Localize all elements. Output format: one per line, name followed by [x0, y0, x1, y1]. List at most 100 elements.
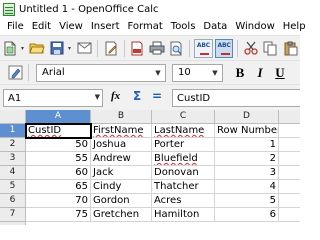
cell-c3[interactable]: Bluefield: [152, 152, 215, 166]
chevron-down-icon[interactable]: ▼: [153, 68, 163, 78]
export-pdf-icon[interactable]: [128, 39, 146, 57]
sum-button[interactable]: Σ: [133, 89, 141, 103]
menu-file[interactable]: File: [3, 21, 28, 32]
menu-bar: File Edit View Insert Format Tools Data …: [0, 18, 306, 35]
toolbar-separator: [237, 39, 239, 57]
chevron-down-icon[interactable]: ▼: [95, 93, 100, 101]
row-header-5[interactable]: 5: [0, 180, 26, 194]
cell-d1[interactable]: Row Number: [215, 124, 279, 138]
cell-e6[interactable]: [279, 194, 300, 208]
cell-e5[interactable]: [279, 180, 300, 194]
cell-a6[interactable]: 70: [26, 194, 91, 208]
font-name-combo[interactable]: Arial ▼: [36, 63, 166, 82]
copy-icon[interactable]: [262, 39, 280, 57]
spreadsheet-grid[interactable]: A B C D 1 CustID FirstName LastName Row …: [0, 110, 300, 225]
cell-b4[interactable]: Jack: [91, 166, 152, 180]
cell-d3[interactable]: 2: [215, 152, 279, 166]
menu-format[interactable]: Format: [124, 21, 167, 32]
cell-d5[interactable]: 4: [215, 180, 279, 194]
menu-help[interactable]: Help: [279, 21, 310, 32]
toolbar-separator: [96, 39, 98, 57]
spellcheck-icon[interactable]: ABC: [194, 38, 213, 58]
select-all-corner[interactable]: [0, 110, 26, 124]
menu-data[interactable]: Data: [199, 21, 231, 32]
cell-a4[interactable]: 60: [26, 166, 91, 180]
cell-e4[interactable]: [279, 166, 300, 180]
cell-c5[interactable]: Thatcher: [152, 180, 215, 194]
column-header-a[interactable]: A: [26, 110, 91, 124]
cell-c6[interactable]: Acres: [152, 194, 215, 208]
column-header-c[interactable]: C: [152, 110, 215, 124]
paste-icon[interactable]: [281, 39, 299, 57]
cell-e2[interactable]: [279, 138, 300, 152]
function-wizard-button[interactable]: fx: [111, 90, 120, 102]
bold-button[interactable]: B: [231, 64, 249, 82]
row-header-3[interactable]: 3: [0, 152, 26, 166]
print-preview-icon[interactable]: [168, 39, 186, 57]
italic-button[interactable]: I: [251, 64, 269, 82]
calc-app-icon: [3, 2, 15, 16]
toolbar-separator: [189, 39, 191, 57]
cell-a3[interactable]: 55: [26, 152, 91, 166]
save-dropdown-icon[interactable]: ▾: [67, 39, 73, 57]
new-document-icon[interactable]: [1, 39, 19, 57]
cell-b2[interactable]: Joshua: [91, 138, 152, 152]
cell-a1[interactable]: CustID: [25, 123, 92, 139]
name-box[interactable]: A1 ▼: [3, 89, 103, 107]
chevron-down-icon[interactable]: ▼: [210, 68, 220, 78]
cell-b6[interactable]: Gordon: [91, 194, 152, 208]
formatting-toolbar: Arial ▼ 10 ▼ B I U: [0, 60, 300, 84]
row-header-6[interactable]: 6: [0, 194, 26, 208]
column-header-e[interactable]: [279, 110, 300, 124]
new-dropdown-icon[interactable]: ▾: [20, 39, 26, 57]
row-header-4[interactable]: 4: [0, 166, 26, 180]
cell-c1[interactable]: LastName: [152, 124, 215, 138]
styles-formatting-icon[interactable]: [6, 64, 24, 82]
name-box-value: A1: [8, 92, 22, 104]
row-header-1[interactable]: 1: [0, 124, 26, 138]
cell-c4[interactable]: Donovan: [152, 166, 215, 180]
cell-a2[interactable]: 50: [26, 138, 91, 152]
cell-b3[interactable]: Andrew: [91, 152, 152, 166]
cell-d6[interactable]: 5: [215, 194, 279, 208]
formula-bar: A1 ▼ fx Σ = CustID: [0, 84, 300, 110]
column-header-b[interactable]: B: [91, 110, 152, 124]
function-button[interactable]: =: [152, 89, 162, 103]
menu-view[interactable]: View: [55, 21, 87, 32]
cell-b7[interactable]: Gretchen: [91, 208, 152, 222]
formula-input[interactable]: CustID: [172, 89, 300, 107]
cut-icon[interactable]: [242, 39, 260, 57]
row-header-2[interactable]: 2: [0, 138, 26, 152]
cell-e1[interactable]: [279, 124, 300, 138]
font-size-combo[interactable]: 10 ▼: [172, 63, 223, 82]
autospellcheck-icon[interactable]: ABC: [214, 38, 234, 58]
column-header-d[interactable]: D: [215, 110, 279, 124]
standard-toolbar: ▾ ▾ ABC ABC: [0, 35, 300, 60]
cell-c7[interactable]: Hamilton: [152, 208, 215, 222]
print-icon[interactable]: [148, 39, 166, 57]
row-header-7[interactable]: 7: [0, 208, 26, 222]
toolbar-separator: [123, 39, 125, 57]
cell-a7[interactable]: 75: [26, 208, 91, 222]
row-header-8[interactable]: [0, 222, 26, 225]
menu-edit[interactable]: Edit: [28, 21, 55, 32]
cell-e3[interactable]: [279, 152, 300, 166]
edit-file-icon[interactable]: [102, 39, 120, 57]
save-icon[interactable]: [48, 39, 66, 57]
font-name-value: Arial: [42, 67, 65, 78]
cell-d7[interactable]: 6: [215, 208, 279, 222]
underline-button[interactable]: U: [271, 64, 289, 82]
cell-a5[interactable]: 65: [26, 180, 91, 194]
toolbar-separator: [28, 64, 29, 81]
menu-tools[interactable]: Tools: [167, 21, 200, 32]
menu-insert[interactable]: Insert: [87, 21, 124, 32]
cell-d2[interactable]: 1: [215, 138, 279, 152]
cell-e7[interactable]: [279, 208, 300, 222]
open-folder-icon[interactable]: [28, 39, 46, 57]
email-icon[interactable]: [75, 39, 93, 57]
cell-c2[interactable]: Porter: [152, 138, 215, 152]
cell-b1[interactable]: FirstName: [91, 124, 152, 138]
cell-b5[interactable]: Cindy: [91, 180, 152, 194]
menu-window[interactable]: Window: [231, 21, 278, 32]
cell-d4[interactable]: 3: [215, 166, 279, 180]
